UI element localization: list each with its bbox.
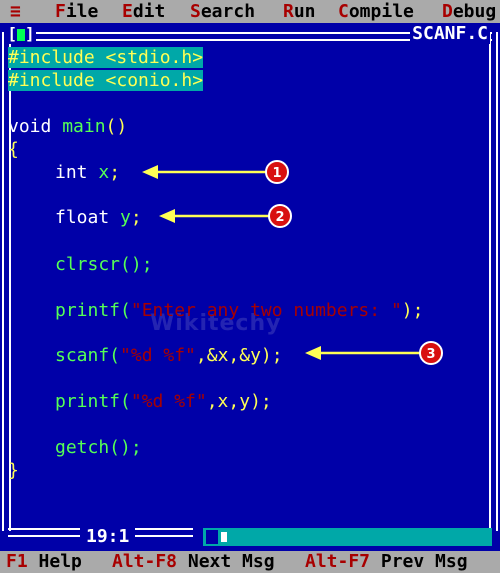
menu-bar: ≡ File Edit Search Run Compile Debug: [0, 0, 500, 23]
annotation-arrow-2: [159, 209, 270, 223]
code-line-getch[interactable]: getch();: [55, 436, 142, 459]
editor-window: [] SCANF.C Wikitechy #include <stdio.h> …: [0, 23, 500, 551]
scroll-indicator: [221, 532, 227, 542]
annotation-arrow-3: [305, 346, 421, 360]
code-line-float-y[interactable]: float y;: [55, 206, 142, 229]
code-line-scanf[interactable]: scanf("%d %f",&x,&y);: [55, 344, 283, 367]
scroll-thumb-icon[interactable]: [203, 528, 221, 546]
cursor-position: 19:1: [80, 527, 136, 547]
annotation-badge-3: 3: [419, 341, 443, 365]
code-line-2[interactable]: #include <conio.h>: [8, 69, 204, 92]
code-line-open-brace[interactable]: {: [8, 138, 19, 161]
code-line-printf-values[interactable]: printf("%d %f",x,y);: [55, 390, 272, 413]
menu-run[interactable]: Run: [283, 0, 316, 23]
horizontal-scrollbar[interactable]: [203, 528, 492, 546]
menu-compile[interactable]: Compile: [338, 0, 414, 23]
status-hint-bar: F1 Help Alt-F8 Next Msg Alt-F7 Prev Msg: [0, 551, 500, 573]
window-border-right: [489, 32, 498, 531]
menu-edit[interactable]: Edit: [122, 0, 165, 23]
close-box-icon: [17, 28, 25, 41]
system-menu-icon[interactable]: ≡: [10, 0, 21, 23]
turbo-c-ide: ≡ File Edit Search Run Compile Debug [] …: [0, 0, 500, 573]
code-line-printf-prompt[interactable]: printf("Enter any two numbers: ");: [55, 299, 423, 322]
menu-debug[interactable]: Debug: [442, 0, 496, 23]
code-line-main[interactable]: void main(): [8, 115, 127, 138]
menu-file[interactable]: File: [55, 0, 98, 23]
code-line-1[interactable]: #include <stdio.h>: [8, 46, 204, 69]
hint-next-msg[interactable]: Alt-F8 Next Msg: [112, 551, 275, 573]
window-close-button[interactable]: []: [6, 24, 36, 44]
window-title: SCANF.C: [410, 23, 490, 44]
code-line-int-x[interactable]: int x;: [55, 161, 120, 184]
hint-prev-msg[interactable]: Alt-F7 Prev Msg: [305, 551, 468, 573]
menu-search[interactable]: Search: [190, 0, 255, 23]
code-line-clrscr[interactable]: clrscr();: [55, 253, 153, 276]
annotation-badge-2: 2: [268, 204, 292, 228]
annotation-arrow-1: [142, 165, 268, 179]
code-editor[interactable]: #include <stdio.h> #include <conio.h> vo…: [8, 43, 486, 572]
code-line-close-brace[interactable]: }: [8, 459, 19, 482]
hint-help[interactable]: F1 Help: [6, 551, 82, 573]
annotation-badge-1: 1: [265, 160, 289, 184]
